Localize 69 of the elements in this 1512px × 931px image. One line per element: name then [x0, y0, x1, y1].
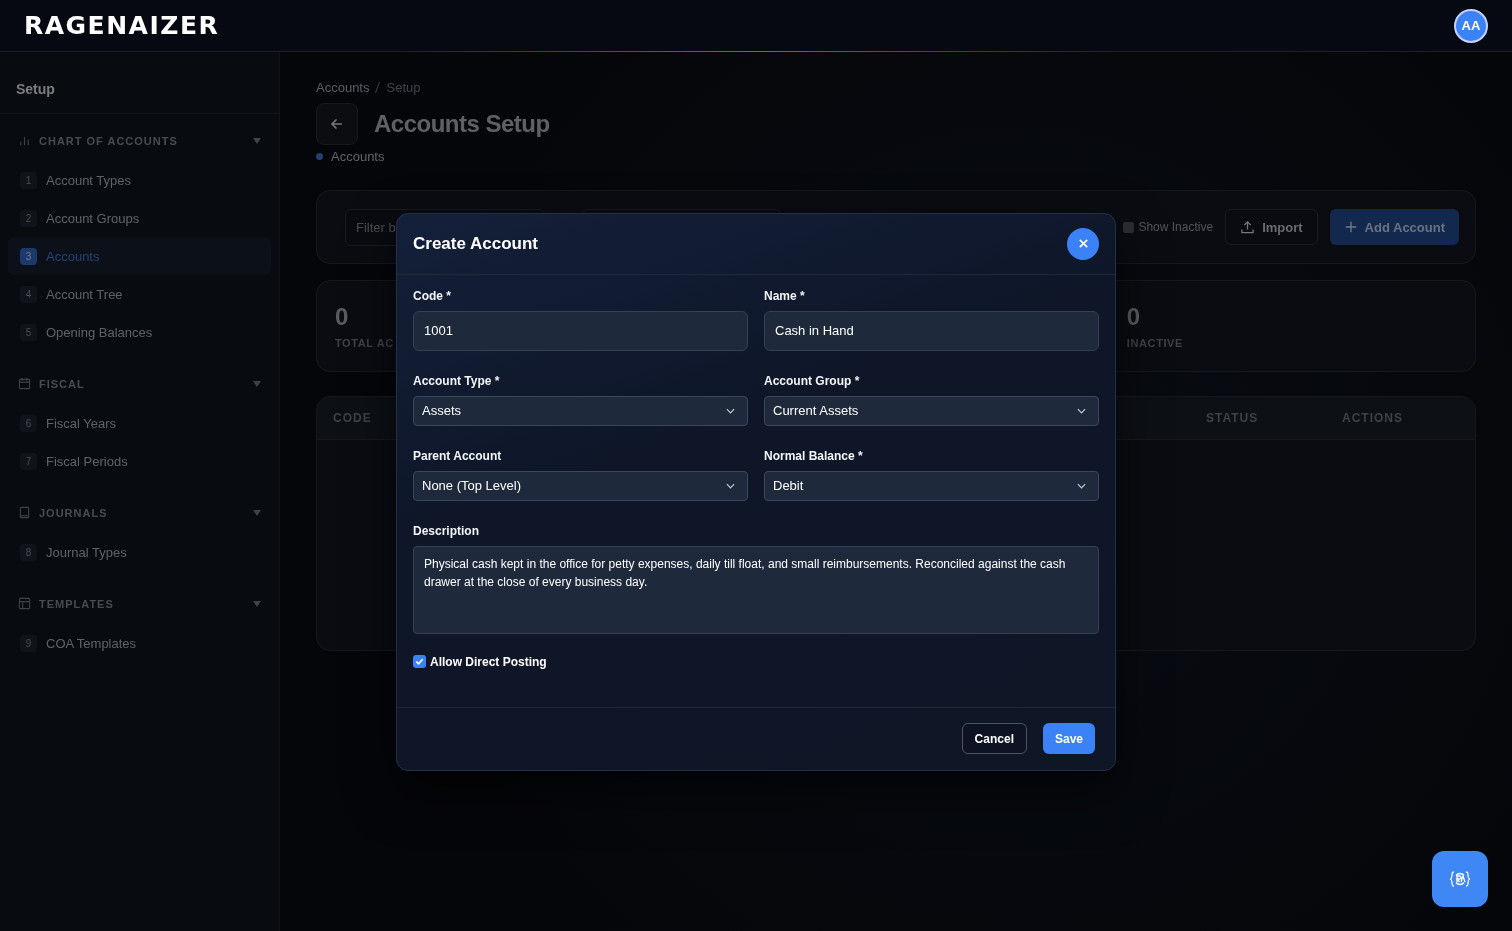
- chevron-down-icon: [726, 482, 735, 489]
- chevron-down-icon: [1077, 407, 1086, 414]
- nav-label: Fiscal Periods: [46, 453, 128, 469]
- nav-label: Account Groups: [46, 210, 140, 226]
- toolbar-button[interactable]: Add Account: [1329, 209, 1459, 245]
- select-field[interactable]: Current Assets: [764, 395, 1099, 426]
- nav-label: Account Tree: [46, 286, 123, 302]
- nav-label: COA Templates: [46, 635, 137, 651]
- select-field[interactable]: Debit: [764, 470, 1099, 501]
- field-label: Name *: [764, 288, 806, 303]
- dialog-title: Create Account: [413, 233, 538, 254]
- field-label: Description: [413, 523, 480, 538]
- dialog-button[interactable]: Save: [1042, 723, 1095, 754]
- nav-item[interactable]: 3 Accounts: [8, 237, 271, 275]
- chevron-down-icon: [726, 407, 735, 414]
- breadcrumb-item[interactable]: Accounts: [316, 80, 370, 95]
- nav-label: Fiscal Years: [46, 415, 117, 431]
- step-number: 4: [20, 285, 37, 303]
- field-label: Account Type *: [413, 373, 501, 388]
- nav-item[interactable]: 4 Account Tree: [8, 275, 271, 313]
- nav-label: Journal Types: [46, 544, 127, 560]
- page-subtitle: Accounts: [331, 149, 385, 164]
- field-label: Code *: [413, 288, 452, 303]
- nav-label: Accounts: [46, 248, 100, 264]
- chevron-down-icon: [1077, 482, 1086, 489]
- section-heading[interactable]: FISCAL: [39, 377, 245, 390]
- textarea-field[interactable]: Physical cash kept in the office for petty expenses, daily till float, and small reimbursements. Reconciled against the cash drawer at the close of every business day.: [413, 545, 1099, 634]
- nav-label: Opening Balances: [46, 324, 153, 340]
- dialog-button[interactable]: Cancel: [961, 723, 1027, 754]
- breadcrumb-item[interactable]: Setup: [386, 80, 421, 95]
- upload-icon: [1240, 219, 1256, 235]
- checkbox[interactable]: [1123, 221, 1135, 233]
- back-button[interactable]: [316, 103, 358, 145]
- status-dot: [316, 153, 323, 160]
- field-label: Account Group *: [764, 373, 861, 388]
- close-icon: [1077, 238, 1089, 249]
- arrow-left-icon: [329, 116, 345, 132]
- field-label: Parent Account: [413, 448, 503, 463]
- page-title: Accounts Setup: [374, 110, 550, 138]
- assistant-button[interactable]: [1432, 851, 1488, 907]
- section-heading[interactable]: CHART OF ACCOUNTS: [39, 134, 245, 147]
- caret-icon[interactable]: [253, 599, 261, 608]
- logo[interactable]: RAGENAIZER: [24, 11, 220, 40]
- checkbox-label: Allow Direct Posting: [430, 654, 547, 669]
- book-icon: [18, 506, 31, 519]
- text-field[interactable]: 1001: [413, 310, 748, 351]
- select-field[interactable]: Assets: [413, 395, 748, 426]
- field-label: Normal Balance *: [764, 448, 864, 463]
- select-field[interactable]: None (Top Level): [413, 470, 748, 501]
- text-field[interactable]: Cash in Hand: [764, 310, 1099, 351]
- section-heading[interactable]: JOURNALS: [39, 506, 245, 519]
- calendar-icon: [18, 377, 31, 390]
- stat-value: 0: [335, 303, 350, 331]
- nav-label: Account Types: [46, 172, 132, 188]
- plus-icon: [1343, 220, 1358, 234]
- close-button[interactable]: [1067, 227, 1099, 260]
- checkbox[interactable]: [413, 655, 426, 668]
- stat-value: 0: [1126, 303, 1142, 331]
- section-heading[interactable]: TEMPLATES: [39, 597, 245, 610]
- sidebar-title: Setup: [0, 52, 279, 114]
- step-number: 3: [20, 247, 37, 265]
- caret-icon[interactable]: [253, 508, 261, 517]
- caret-icon[interactable]: [253, 136, 261, 145]
- layout-icon: [18, 597, 31, 610]
- avatar[interactable]: AA: [1454, 8, 1488, 43]
- checkbox-label: Show Inactive: [1138, 220, 1214, 234]
- toolbar-button[interactable]: Import: [1225, 209, 1318, 245]
- caret-icon[interactable]: [253, 379, 261, 388]
- chart-icon: [18, 134, 31, 147]
